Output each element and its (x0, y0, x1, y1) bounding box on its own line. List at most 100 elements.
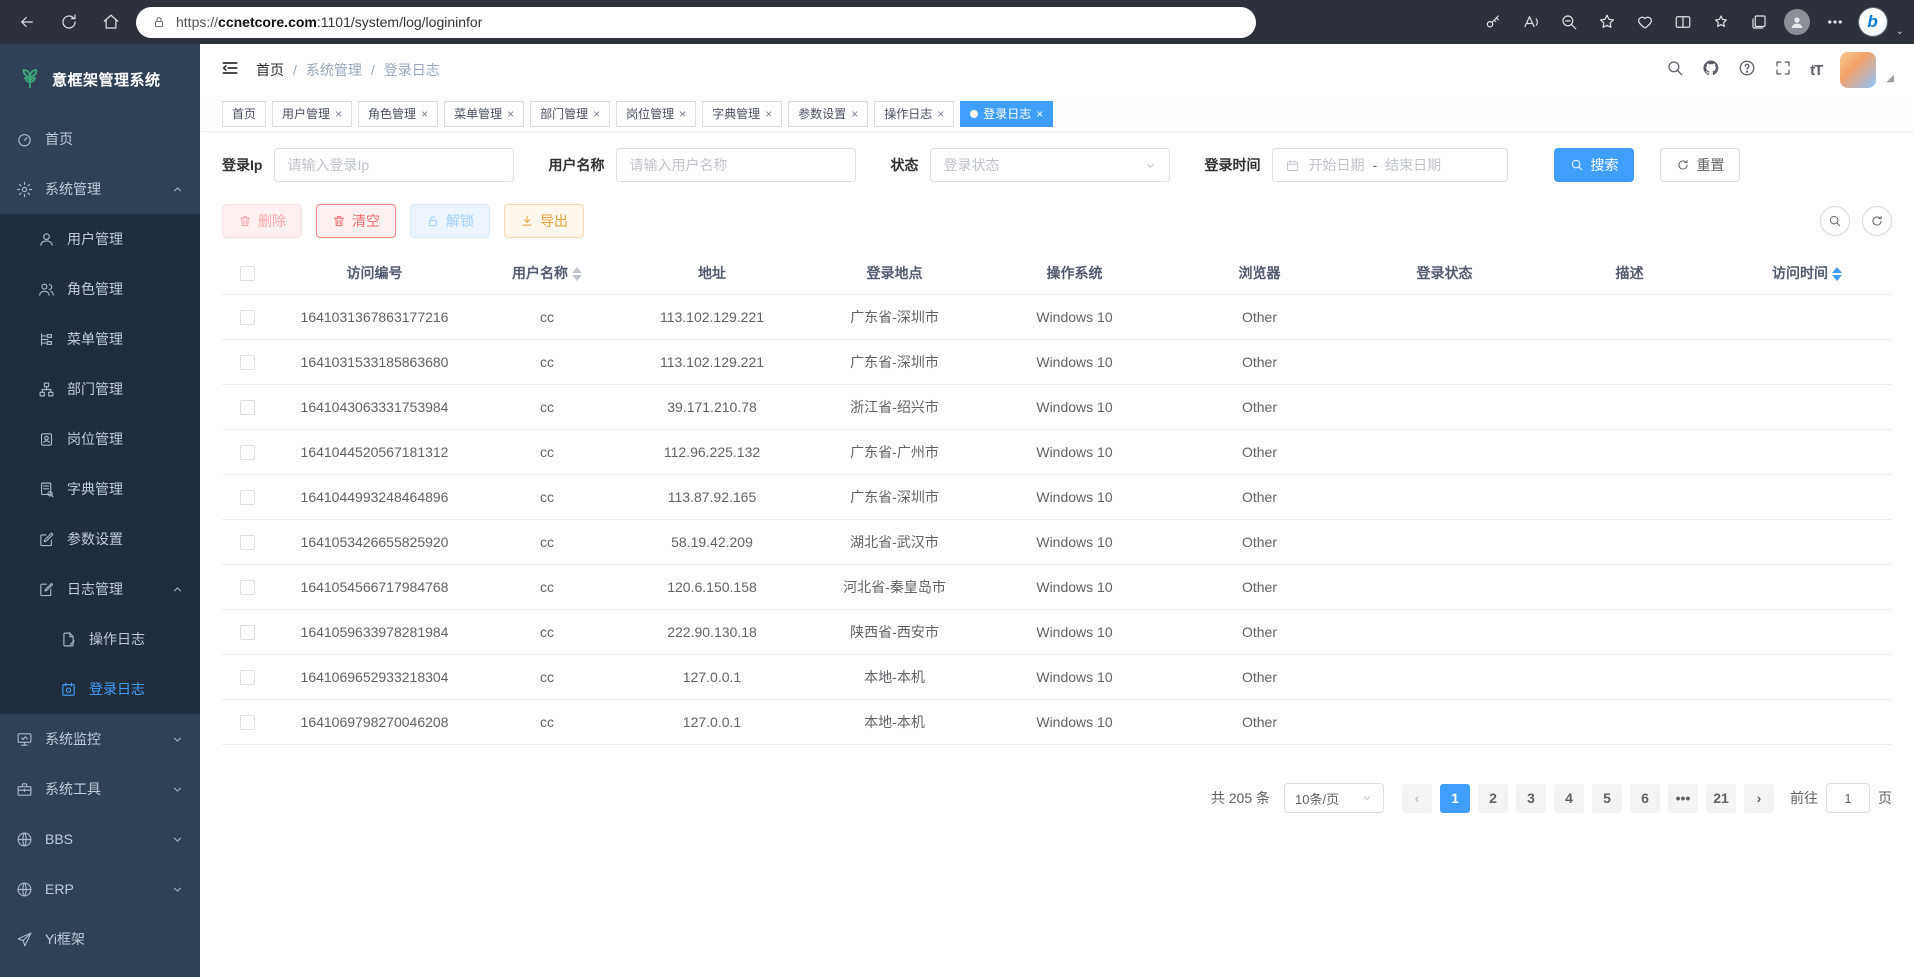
table-row[interactable]: 1641053426655825920cc58.19.42.209湖北省-武汉市… (222, 520, 1892, 565)
sidebar-item-system-tools[interactable]: 系统工具 (0, 764, 200, 814)
col-visit-time[interactable]: 访问时间 (1722, 252, 1892, 295)
sidebar-item-erp[interactable]: ERP (0, 864, 200, 914)
github-icon[interactable] (1702, 59, 1720, 82)
zoom-out-icon[interactable] (1552, 7, 1586, 37)
page-button-21[interactable]: 21 (1706, 784, 1736, 813)
avatar-dropdown-caret-icon[interactable]: ◢ (1886, 73, 1894, 84)
close-icon[interactable]: × (765, 107, 772, 121)
export-button[interactable]: 导出 (504, 204, 584, 238)
home-icon[interactable] (94, 7, 128, 37)
add-favorite-icon[interactable] (1590, 7, 1624, 37)
close-icon[interactable]: × (851, 107, 858, 121)
close-icon[interactable]: × (937, 107, 944, 121)
row-checkbox[interactable] (240, 580, 255, 595)
tab-user-mgmt[interactable]: 用户管理× (272, 101, 352, 127)
sidebar-item-system-monitor[interactable]: 系统监控 (0, 714, 200, 764)
collections-icon[interactable] (1742, 7, 1776, 37)
search-button[interactable]: 搜索 (1554, 148, 1634, 182)
sort-icons-active[interactable] (1832, 267, 1842, 281)
date-range-picker[interactable]: 开始日期 - 结束日期 (1272, 148, 1508, 182)
select-all-checkbox[interactable] (240, 266, 255, 281)
sidebar-item-bbs[interactable]: BBS (0, 814, 200, 864)
user-avatar[interactable] (1840, 52, 1876, 88)
tab-role-mgmt[interactable]: 角色管理× (358, 101, 438, 127)
sidebar-item-system-mgmt[interactable]: 系统管理 (0, 164, 200, 214)
tab-dict-mgmt[interactable]: 字典管理× (702, 101, 782, 127)
username-input[interactable] (629, 157, 843, 173)
password-key-icon[interactable] (1476, 7, 1510, 37)
page-button-4[interactable]: 4 (1554, 784, 1584, 813)
close-icon[interactable]: × (421, 107, 428, 121)
profile-avatar-icon[interactable] (1780, 7, 1814, 37)
row-checkbox[interactable] (240, 670, 255, 685)
table-row[interactable]: 1641031533185863680cc113.102.129.221广东省-… (222, 340, 1892, 385)
page-button-5[interactable]: 5 (1592, 784, 1622, 813)
start-date-placeholder[interactable]: 开始日期 (1308, 155, 1364, 175)
fullscreen-icon[interactable] (1774, 59, 1792, 82)
sidebar-item-param-settings[interactable]: 参数设置 (0, 514, 200, 564)
table-row[interactable]: 1641043063331753984cc39.171.210.78浙江省-绍兴… (222, 385, 1892, 430)
show-search-toggle-icon[interactable] (1820, 206, 1850, 236)
row-checkbox[interactable] (240, 355, 255, 370)
close-icon[interactable]: × (593, 107, 600, 121)
prev-page-button[interactable]: ‹ (1402, 784, 1432, 813)
clear-button[interactable]: 清空 (316, 204, 396, 238)
close-icon[interactable]: × (679, 107, 686, 121)
tab-param-settings[interactable]: 参数设置× (788, 101, 868, 127)
sort-icons[interactable] (572, 267, 582, 281)
status-select[interactable]: 登录状态 (930, 148, 1170, 182)
table-row[interactable]: 1641044520567181312cc112.96.225.132广东省-广… (222, 430, 1892, 475)
breadcrumb-system-mgmt[interactable]: 系统管理 (306, 60, 362, 80)
tab-login-log[interactable]: 登录日志× (960, 101, 1053, 127)
reset-button[interactable]: 重置 (1660, 148, 1740, 182)
table-row[interactable]: 1641069798270046208cc127.0.0.1本地-本机Windo… (222, 700, 1892, 745)
help-icon[interactable] (1738, 59, 1756, 82)
row-checkbox[interactable] (240, 715, 255, 730)
close-icon[interactable]: × (335, 107, 342, 121)
sidebar-item-post-mgmt[interactable]: 岗位管理 (0, 414, 200, 464)
page-button-2[interactable]: 2 (1478, 784, 1508, 813)
tab-post-mgmt[interactable]: 岗位管理× (616, 101, 696, 127)
bing-chat-icon[interactable]: b (1856, 7, 1890, 37)
tab-dept-mgmt[interactable]: 部门管理× (530, 101, 610, 127)
sidebar-item-menu-mgmt[interactable]: 菜单管理 (0, 314, 200, 364)
sidebar-item-yi-framework[interactable]: Yi框架 (0, 914, 200, 964)
browser-essentials-icon[interactable] (1628, 7, 1662, 37)
page-button-3[interactable]: 3 (1516, 784, 1546, 813)
bing-dropdown-caret-icon[interactable]: ⌄ (1896, 26, 1904, 37)
tab-operation-log[interactable]: 操作日志× (874, 101, 954, 127)
col-user-name[interactable]: 用户名称 (477, 252, 617, 295)
table-row[interactable]: 1641069652933218304cc127.0.0.1本地-本机Windo… (222, 655, 1892, 700)
row-checkbox[interactable] (240, 490, 255, 505)
username-field[interactable] (616, 148, 856, 182)
login-ip-input[interactable] (287, 157, 501, 173)
close-icon[interactable]: × (507, 107, 514, 121)
breadcrumb-home[interactable]: 首页 (256, 60, 284, 80)
refresh-icon[interactable] (52, 7, 86, 37)
row-checkbox[interactable] (240, 535, 255, 550)
font-size-icon[interactable]: tT (1810, 62, 1822, 79)
back-icon[interactable] (10, 7, 44, 37)
table-row[interactable]: 1641059633978281984cc222.90.130.18陕西省-西安… (222, 610, 1892, 655)
sidebar-item-role-mgmt[interactable]: 角色管理 (0, 264, 200, 314)
header-search-icon[interactable] (1666, 59, 1684, 82)
page-button-6[interactable]: 6 (1630, 784, 1660, 813)
address-bar[interactable]: https://ccnetcore.com:1101/system/log/lo… (136, 7, 1256, 38)
row-checkbox[interactable] (240, 625, 255, 640)
table-row[interactable]: 1641044993248464896cc113.87.92.165广东省-深圳… (222, 475, 1892, 520)
sidebar-item-dept-mgmt[interactable]: 部门管理 (0, 364, 200, 414)
end-date-placeholder[interactable]: 结束日期 (1385, 155, 1441, 175)
page-ellipsis[interactable]: ••• (1668, 784, 1698, 813)
row-checkbox[interactable] (240, 400, 255, 415)
sidebar-item-log-mgmt[interactable]: 日志管理 (0, 564, 200, 614)
split-screen-icon[interactable] (1666, 7, 1700, 37)
close-icon[interactable]: × (1036, 107, 1043, 121)
delete-button[interactable]: 删除 (222, 204, 302, 238)
browser-settings-more-icon[interactable] (1818, 7, 1852, 37)
table-row[interactable]: 1641031367863177216cc113.102.129.221广东省-… (222, 295, 1892, 340)
sidebar-item-login-log[interactable]: 登录日志 (0, 664, 200, 714)
sidebar-item-operation-log[interactable]: 操作日志 (0, 614, 200, 664)
page-size-select[interactable]: 10条/页 (1284, 783, 1384, 813)
refresh-table-icon[interactable] (1862, 206, 1892, 236)
sidebar-item-user-mgmt[interactable]: 用户管理 (0, 214, 200, 264)
